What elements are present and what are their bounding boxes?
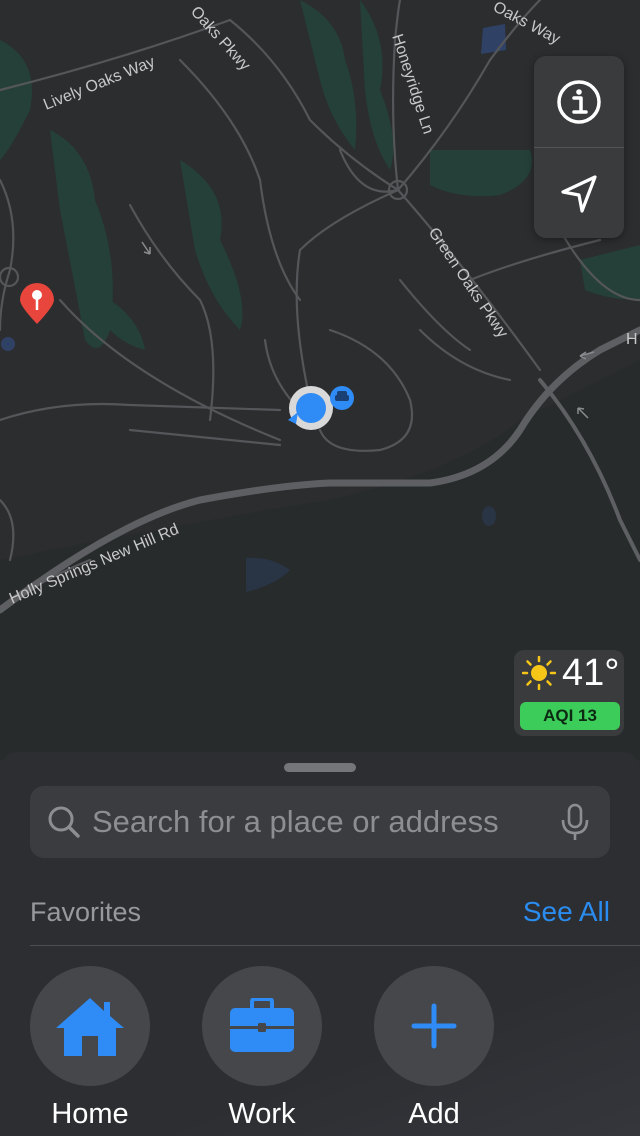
favorite-home-circle[interactable] — [30, 966, 150, 1086]
microphone-icon[interactable] — [558, 802, 592, 842]
favorite-label: Home — [51, 1098, 129, 1130]
favorite-work-circle[interactable] — [202, 966, 322, 1086]
aqi-badge: AQI 13 — [520, 702, 620, 730]
divider — [30, 945, 640, 946]
weather-widget[interactable]: 41° AQI 13 — [514, 650, 624, 736]
favorites-title: Favorites — [30, 896, 142, 927]
current-location-button[interactable] — [534, 147, 624, 238]
plus-icon — [411, 1003, 457, 1049]
road-label: H — [626, 331, 638, 348]
sheet-grabber[interactable] — [284, 763, 356, 772]
briefcase-icon — [230, 998, 294, 1052]
favorites-header: Favorites See All — [30, 892, 610, 932]
info-icon — [557, 79, 601, 124]
temperature: 41° — [562, 651, 620, 694]
house-icon — [56, 998, 124, 1056]
favorite-home[interactable]: Home — [30, 966, 150, 1131]
favorite-add[interactable]: Add — [374, 966, 494, 1131]
see-all-link[interactable]: See All — [523, 896, 610, 928]
favorite-label: Work — [228, 1098, 296, 1130]
search-icon — [48, 806, 80, 838]
favorite-label: Add — [408, 1098, 460, 1130]
location-arrow-icon — [561, 174, 597, 213]
car-icon — [330, 386, 354, 410]
favorite-add-circle[interactable] — [374, 966, 494, 1086]
info-button[interactable] — [534, 56, 624, 147]
sun-icon — [522, 656, 556, 690]
search-input[interactable]: Search for a place or address — [30, 786, 610, 858]
bottom-sheet: Search for a place or address Favorites … — [0, 752, 640, 1136]
map-controls — [534, 56, 624, 238]
favorite-work[interactable]: Work — [202, 966, 322, 1131]
search-placeholder: Search for a place or address — [92, 804, 499, 839]
